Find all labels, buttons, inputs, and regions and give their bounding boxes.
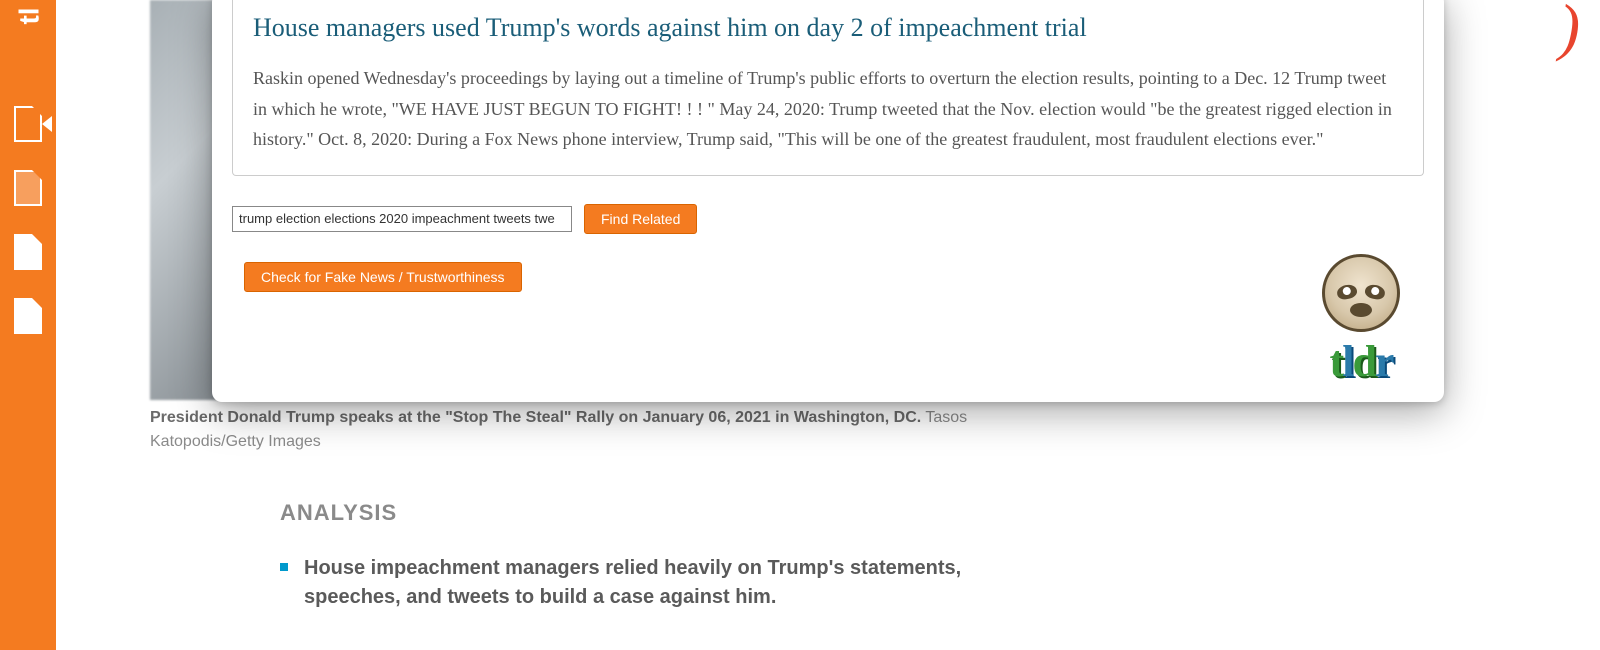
active-caret-icon bbox=[42, 116, 52, 132]
analysis-bullet-row: House impeachment managers relied heavil… bbox=[280, 554, 1000, 612]
summary-title[interactable]: House managers used Trump's words agains… bbox=[253, 10, 1403, 45]
sidebar-doc-1[interactable] bbox=[14, 106, 42, 142]
check-fake-news-button[interactable]: Check for Fake News / Trustworthiness bbox=[244, 262, 522, 292]
tldr-overlay-card: House managers used Trump's words agains… bbox=[212, 0, 1444, 402]
summary-body: Raskin opened Wednesday's proceedings by… bbox=[253, 63, 1403, 155]
find-related-button[interactable]: Find Related bbox=[584, 204, 697, 234]
sloth-icon bbox=[1322, 254, 1400, 332]
extension-sidebar: tl bbox=[0, 0, 56, 650]
article-summary-box: House managers used Trump's words agains… bbox=[232, 0, 1424, 176]
analysis-heading: ANALYSIS bbox=[280, 500, 1000, 526]
document-icon bbox=[14, 106, 42, 142]
analysis-section: ANALYSIS House impeachment managers reli… bbox=[280, 500, 1000, 612]
decorative-bracket: ) bbox=[1559, 0, 1580, 64]
tldr-logo[interactable]: tldr bbox=[1296, 254, 1426, 384]
sidebar-doc-4[interactable] bbox=[14, 298, 42, 334]
sidebar-logo: tl bbox=[12, 7, 44, 24]
caption-main: President Donald Trump speaks at the "St… bbox=[150, 409, 921, 426]
analysis-bullet-text: House impeachment managers relied heavil… bbox=[304, 554, 1000, 612]
document-icon bbox=[14, 298, 42, 334]
sidebar-doc-3[interactable] bbox=[14, 234, 42, 270]
bullet-icon bbox=[280, 563, 288, 571]
tldr-wordmark: tldr bbox=[1296, 340, 1426, 384]
keywords-input[interactable] bbox=[232, 206, 572, 232]
sidebar-doc-2[interactable] bbox=[14, 170, 42, 206]
image-caption: President Donald Trump speaks at the "St… bbox=[150, 406, 990, 454]
controls-row: Find Related bbox=[232, 204, 1424, 234]
document-icon bbox=[14, 234, 42, 270]
document-icon bbox=[14, 170, 42, 206]
